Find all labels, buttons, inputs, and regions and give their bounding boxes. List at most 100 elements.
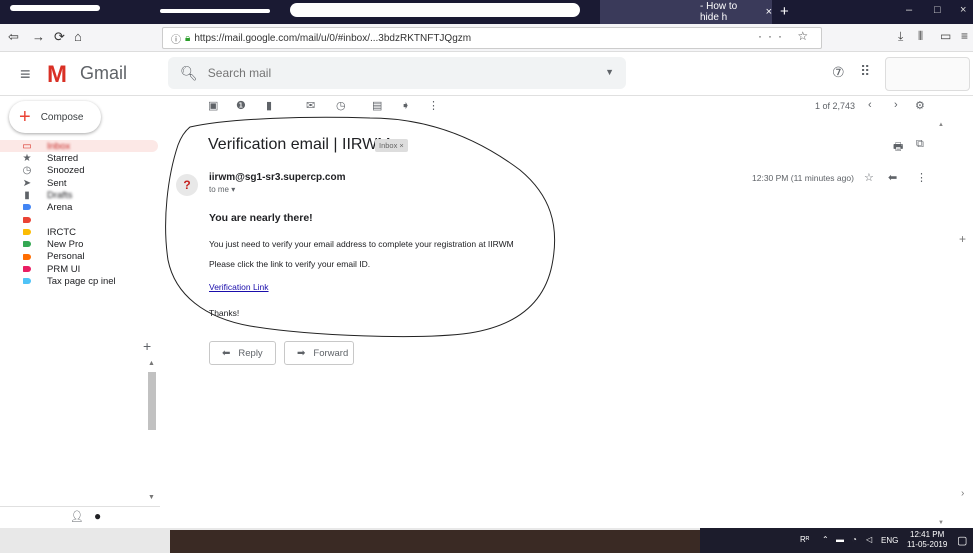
- verification-link[interactable]: Verification Link: [209, 282, 269, 292]
- back-icon[interactable]: ⇦: [8, 29, 19, 45]
- search-input[interactable]: [207, 66, 588, 80]
- url-text: https://mail.google.com/mail/u/0/#inbox/…: [194, 32, 472, 44]
- language-indicator[interactable]: ENG: [881, 536, 898, 545]
- star-message-icon[interactable]: ☆: [864, 171, 874, 184]
- sidebar-item-label: Starred: [47, 152, 79, 164]
- newer-icon[interactable]: ‹: [868, 99, 872, 111]
- volume-icon[interactable]: ◁: [866, 535, 872, 544]
- message-scrollbar[interactable]: ▲ ▼: [938, 122, 946, 532]
- person-icon[interactable]: 👤︎: [70, 510, 84, 523]
- tab-close-icon[interactable]: ×: [766, 6, 772, 18]
- snooze-icon[interactable]: ◷: [336, 99, 346, 112]
- sender-address[interactable]: iirwm@sg1-sr3.supercp.com: [209, 172, 345, 183]
- reload-icon[interactable]: ⟳: [54, 29, 65, 45]
- sidebar-item-label-red[interactable]: [0, 214, 160, 226]
- label-tag-icon: [23, 204, 31, 211]
- taskbar-apps: [170, 530, 700, 553]
- report-spam-icon[interactable]: ❶: [236, 99, 246, 112]
- sidebar-item-drafts[interactable]: ▮ Drafts: [0, 189, 160, 201]
- clock-icon: ◷: [22, 165, 32, 177]
- sidebar-item-starred[interactable]: ★ Starred: [0, 152, 160, 164]
- search-options-icon[interactable]: ▼: [605, 67, 614, 77]
- sender-avatar[interactable]: ?: [176, 174, 198, 196]
- scroll-thumb[interactable]: [148, 372, 156, 430]
- browser-tab[interactable]: - How to hide h ×: [600, 0, 772, 24]
- wifi-icon[interactable]: ◔: [852, 535, 857, 544]
- more-icon[interactable]: ⋮: [428, 99, 439, 112]
- help-icon[interactable]: ⑦: [832, 64, 845, 81]
- recipient-details[interactable]: to me ▾: [209, 185, 235, 194]
- maximize-button[interactable]: □: [934, 4, 941, 16]
- menu-icon[interactable]: ≡: [961, 29, 968, 43]
- url-bar[interactable]: ⓘ 🔒︎ https://mail.google.com/mail/u/0/#i…: [162, 27, 822, 49]
- mark-unread-icon[interactable]: ✉: [306, 99, 315, 112]
- gmail-logo-icon[interactable]: M: [47, 61, 67, 89]
- sidebar-item-label: IRCTC: [47, 226, 77, 238]
- sidebar-item-sent[interactable]: ➤ Sent: [0, 177, 160, 189]
- apps-grid-icon[interactable]: ⠿: [860, 63, 870, 80]
- sidebar-item-inbox[interactable]: ▭ Inbox: [0, 140, 158, 153]
- sidebar-labels: ▭ Inbox ★ Starred ◷ Snoozed ➤ Sent ▮ Dra…: [0, 140, 160, 288]
- people-icon[interactable]: Rᴿ: [800, 535, 809, 544]
- hangouts-add-button[interactable]: +: [143, 338, 151, 354]
- notification-icon[interactable]: ▢: [957, 534, 967, 547]
- settings-gear-icon[interactable]: ⚙: [915, 99, 925, 112]
- tab-title: - How to hide h: [700, 1, 738, 23]
- print-icon[interactable]: 🖶: [893, 138, 903, 157]
- draft-icon: ▮: [24, 189, 30, 201]
- reply-label: Reply: [238, 347, 263, 359]
- sidebar-item-prm-ui[interactable]: PRM UI: [0, 263, 160, 275]
- sidebar-item-snoozed[interactable]: ◷ Snoozed: [0, 165, 160, 177]
- side-panel-expand-icon[interactable]: ›: [961, 488, 964, 499]
- search-icon[interactable]: 🔍︎: [180, 65, 198, 82]
- sidebar-toggle-icon[interactable]: ▭: [940, 29, 951, 43]
- tray-chevron-icon[interactable]: ⌃: [822, 535, 829, 544]
- close-window-button[interactable]: ×: [960, 4, 966, 16]
- account-area[interactable]: [885, 57, 970, 91]
- sidebar-item-label: Inbox: [47, 140, 71, 152]
- sidebar-item-tax-page[interactable]: Tax page cp inel: [0, 275, 160, 287]
- label-icon[interactable]: ➧: [401, 99, 410, 112]
- main-menu-icon[interactable]: ≡: [20, 64, 31, 85]
- older-icon[interactable]: ›: [894, 99, 898, 111]
- email-body-line: Please click the link to verify your ema…: [209, 259, 371, 269]
- library-icon[interactable]: ⫴: [918, 29, 923, 44]
- windows-taskbar: Rᴿ ⌃ ▬ ◔ ◁ ENG 12:41 PM 11-05-2019 ▢: [0, 528, 973, 553]
- delete-icon[interactable]: ▮: [266, 99, 272, 112]
- downloads-icon[interactable]: ⤓: [898, 29, 903, 44]
- archive-icon[interactable]: ▣: [208, 99, 218, 112]
- page-actions-icon[interactable]: ··· ☆: [758, 29, 814, 43]
- move-to-icon[interactable]: ▤: [372, 99, 382, 112]
- sidebar-item-personal[interactable]: Personal: [0, 251, 160, 263]
- message-more-icon[interactable]: ⋮: [916, 171, 927, 184]
- hangouts-icon[interactable]: ●: [94, 509, 101, 523]
- new-window-icon[interactable]: ⧉: [916, 138, 924, 151]
- reply-button[interactable]: ⬅ Reply: [209, 341, 276, 365]
- taskbar-clock[interactable]: 12:41 PM 11-05-2019: [907, 530, 947, 550]
- scroll-down-icon[interactable]: ▼: [148, 494, 155, 501]
- compose-button[interactable]: + Compose: [9, 101, 101, 133]
- home-icon[interactable]: ⌂: [74, 29, 82, 44]
- hangouts-scrollbar[interactable]: ▲ ▼: [147, 360, 157, 505]
- forward-button[interactable]: ➡ Forward: [284, 341, 354, 365]
- sidebar-item-irctc[interactable]: IRCTC: [0, 226, 160, 238]
- side-panel-add-icon[interactable]: +: [959, 232, 966, 246]
- reply-icon[interactable]: ⬅: [888, 171, 897, 184]
- search-box[interactable]: 🔍︎ ▼: [168, 57, 626, 89]
- sidebar-item-arena[interactable]: Arena: [0, 201, 160, 213]
- browser-navbar: ⇦ → ⟳ ⌂ ⓘ 🔒︎ https://mail.google.com/mai…: [0, 24, 973, 52]
- label-tag-icon: [23, 229, 31, 236]
- sidebar-item-new-pro[interactable]: New Pro: [0, 238, 160, 250]
- scroll-up-icon[interactable]: ▲: [938, 122, 944, 128]
- info-icon[interactable]: ⓘ: [171, 31, 181, 46]
- new-tab-button[interactable]: +: [780, 3, 789, 20]
- minimize-button[interactable]: –: [906, 4, 912, 16]
- scroll-up-icon[interactable]: ▲: [148, 360, 155, 367]
- forward-icon[interactable]: →: [32, 29, 45, 44]
- forward-label: Forward: [313, 347, 349, 359]
- scroll-down-icon[interactable]: ▼: [938, 520, 944, 526]
- battery-icon: ▬: [836, 535, 844, 544]
- label-tag-icon: [23, 241, 31, 248]
- message-toolbar: ▣ ❶ ▮ ✉ ◷ ▤ ➧ ⋮ 1 of 2,743 ‹ › ⚙: [160, 96, 940, 118]
- inbox-label-chip[interactable]: Inbox ×: [375, 139, 408, 152]
